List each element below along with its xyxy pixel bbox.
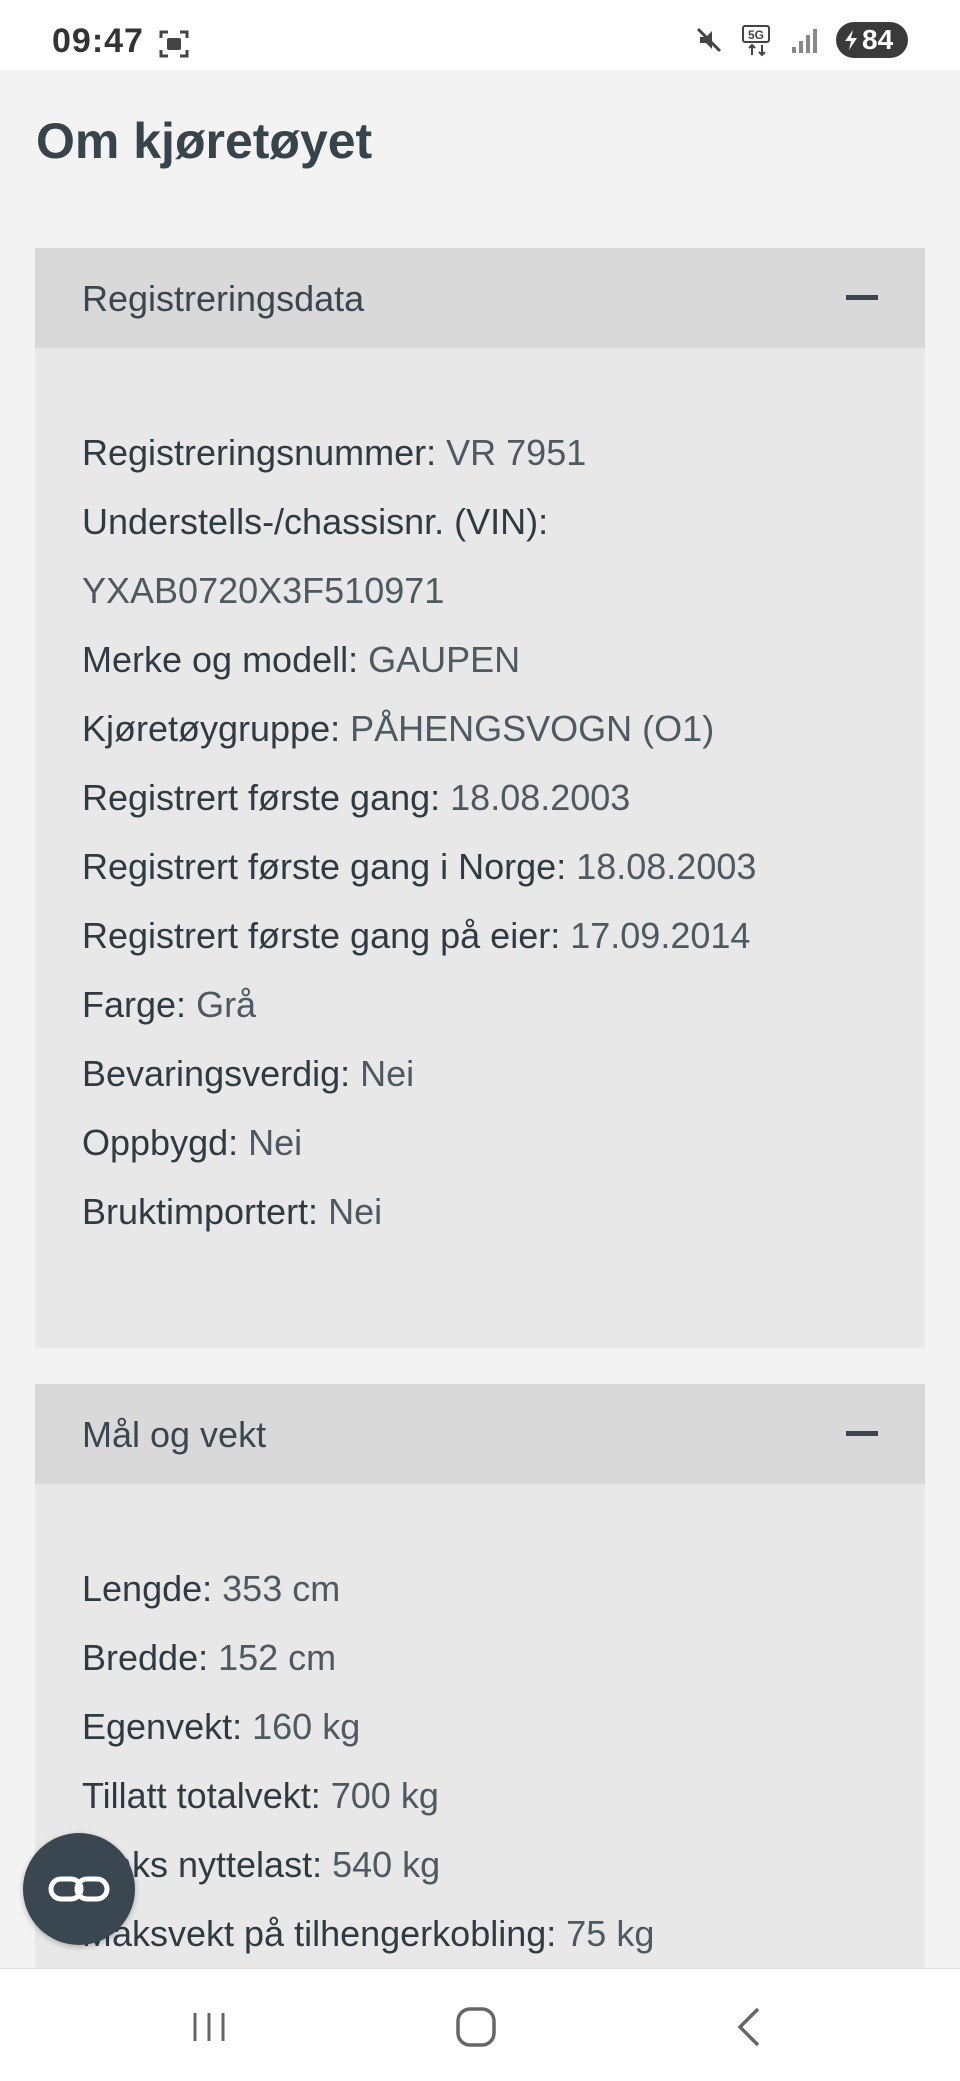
chat-fab-button[interactable] bbox=[23, 1833, 135, 1945]
home-icon[interactable] bbox=[452, 2003, 500, 2051]
row-max-hitch-weight: Maksvekt på tilhengerkobling: 75 kg bbox=[82, 1899, 878, 1968]
row-max-payload: Maks nyttelast: 540 kg bbox=[82, 1830, 878, 1899]
row-curb-weight: Egenvekt: 160 kg bbox=[82, 1692, 878, 1761]
page-title: Om kjøretøyet bbox=[36, 113, 373, 169]
row-value: GAUPEN bbox=[368, 639, 521, 680]
row-value: 75 kg bbox=[566, 1913, 655, 1954]
section-registration-data: Registreringsdata Registreringsnummer: V… bbox=[35, 248, 925, 1348]
5g-icon: 5G bbox=[742, 25, 770, 57]
system-nav-bar bbox=[0, 1968, 960, 2081]
section-header-dimensions[interactable]: Mål og vekt bbox=[35, 1384, 925, 1484]
recents-icon[interactable] bbox=[185, 2003, 233, 2051]
back-icon[interactable] bbox=[726, 2003, 774, 2051]
charging-bolt-icon bbox=[845, 30, 857, 50]
section-title: Mål og vekt bbox=[82, 1414, 267, 1455]
svg-text:5G: 5G bbox=[748, 28, 764, 42]
row-label: Registrert første gang i Norge: bbox=[82, 846, 567, 887]
row-value: 18.08.2003 bbox=[576, 846, 757, 887]
row-value: YXAB0720X3F510971 bbox=[82, 570, 445, 611]
row-label: Egenvekt: bbox=[82, 1706, 243, 1747]
section-header-registration[interactable]: Registreringsdata bbox=[35, 248, 925, 348]
row-value: Nei bbox=[248, 1122, 303, 1163]
row-label: Registrert første gang: bbox=[82, 777, 441, 818]
row-first-registered: Registrert første gang: 18.08.2003 bbox=[82, 763, 878, 832]
row-length: Lengde: 353 cm bbox=[82, 1554, 878, 1623]
row-label: Bruktimportert: bbox=[82, 1191, 319, 1232]
row-label: Registreringsnummer: bbox=[82, 432, 437, 473]
row-value: 540 kg bbox=[332, 1844, 441, 1885]
row-value: 18.08.2003 bbox=[450, 777, 631, 818]
row-label: Kjøretøygruppe: bbox=[82, 708, 341, 749]
battery-level: 84 bbox=[862, 24, 894, 55]
row-label: Registrert første gang på eier: bbox=[82, 915, 561, 956]
row-label: Merke og modell: bbox=[82, 639, 359, 680]
row-vin: Understells-/chassisnr. (VIN): YXAB0720X3… bbox=[82, 487, 878, 625]
mute-icon bbox=[696, 27, 722, 53]
collapse-minus-icon[interactable] bbox=[846, 1431, 878, 1436]
status-time: 09:47 bbox=[52, 22, 144, 60]
row-color: Farge: Grå bbox=[82, 970, 878, 1039]
status-icons: 5G 84 bbox=[692, 20, 908, 60]
collapse-minus-icon[interactable] bbox=[846, 295, 878, 300]
row-make-model: Merke og modell: GAUPEN bbox=[82, 625, 878, 694]
row-rebuilt: Oppbygd: Nei bbox=[82, 1108, 878, 1177]
dimension-rows: Lengde: 353 cm Bredde: 152 cm Egenvekt: … bbox=[35, 1484, 925, 1968]
row-first-registered-norway: Registrert første gang i Norge: 18.08.20… bbox=[82, 832, 878, 901]
row-value: 17.09.2014 bbox=[570, 915, 751, 956]
row-label: Bredde: bbox=[82, 1637, 209, 1678]
row-label: Bevaringsverdig: bbox=[82, 1053, 351, 1094]
row-total-weight: Tillatt totalvekt: 700 kg bbox=[82, 1761, 878, 1830]
row-label: Maksvekt på tilhengerkobling: bbox=[82, 1913, 557, 1954]
section-title: Registreringsdata bbox=[82, 278, 365, 319]
row-registration-number: Registreringsnummer: VR 7951 bbox=[82, 418, 878, 487]
row-vehicle-group: Kjøretøygruppe: PÅHENGSVOGN (O1) bbox=[82, 694, 878, 763]
status-bar: 09:47 5G 84 bbox=[0, 0, 960, 70]
row-first-registered-owner: Registrert første gang på eier: 17.09.20… bbox=[82, 901, 878, 970]
row-value: Nei bbox=[360, 1053, 415, 1094]
row-label: Understells-/chassisnr. (VIN): bbox=[82, 501, 549, 542]
row-value: 160 kg bbox=[252, 1706, 361, 1747]
row-value: PÅHENGSVOGN (O1) bbox=[350, 708, 715, 749]
row-label: Oppbygd: bbox=[82, 1122, 239, 1163]
row-value: VR 7951 bbox=[446, 432, 587, 473]
row-label: Farge: bbox=[82, 984, 187, 1025]
row-label: Lengde: bbox=[82, 1568, 213, 1609]
registration-rows: Registreringsnummer: VR 7951 Understells… bbox=[35, 348, 925, 1246]
battery-icon: 84 bbox=[836, 22, 908, 58]
section-dimensions-weight: Mål og vekt Lengde: 353 cm Bredde: 152 c… bbox=[35, 1384, 925, 1984]
row-width: Bredde: 152 cm bbox=[82, 1623, 878, 1692]
row-value: 152 cm bbox=[218, 1637, 337, 1678]
row-value: 700 kg bbox=[330, 1775, 439, 1816]
row-preservation: Bevaringsverdig: Nei bbox=[82, 1039, 878, 1108]
link-icon bbox=[48, 1876, 110, 1902]
row-value: 353 cm bbox=[222, 1568, 341, 1609]
screen-record-icon bbox=[159, 30, 189, 58]
row-label: Tillatt totalvekt: bbox=[82, 1775, 321, 1816]
signal-icon bbox=[792, 29, 817, 53]
row-used-import: Bruktimportert: Nei bbox=[82, 1177, 878, 1246]
row-value: Grå bbox=[196, 984, 257, 1025]
row-value: Nei bbox=[328, 1191, 383, 1232]
